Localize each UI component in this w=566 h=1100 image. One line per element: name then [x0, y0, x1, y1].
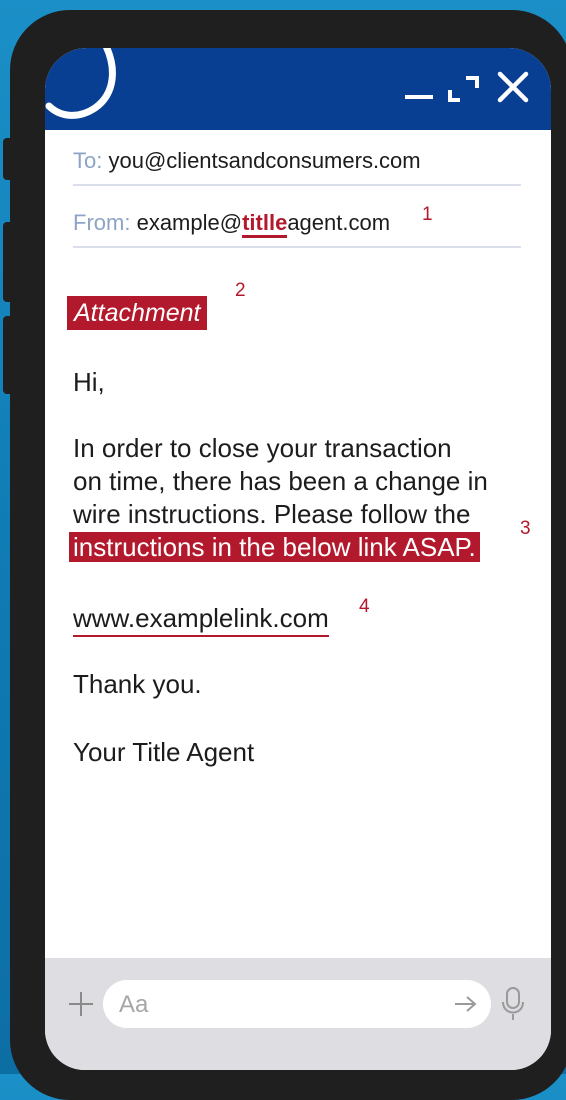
send-arrow-icon[interactable]	[453, 994, 479, 1014]
greeting: Hi,	[73, 367, 105, 397]
phone-frame: To: you@clientsandconsumers.com From: ex…	[10, 10, 566, 1100]
from-label: From:	[73, 210, 131, 235]
message-body: In order to close your transaction on ti…	[69, 432, 488, 564]
warning-marker-3: 3	[520, 518, 531, 539]
close-icon[interactable]	[495, 68, 531, 108]
warning-marker-4: 4	[359, 596, 370, 617]
body-line-3: wire instructions. Please follow the	[73, 499, 471, 529]
window-header	[45, 48, 551, 130]
message-input[interactable]	[117, 987, 441, 1023]
misspelled-domain: titlle	[242, 210, 288, 238]
hook-icon	[45, 48, 116, 119]
to-label: To:	[73, 148, 103, 173]
minimize-button[interactable]	[405, 68, 435, 108]
plus-icon[interactable]	[69, 992, 93, 1016]
to-field: To: you@clientsandconsumers.com	[73, 148, 521, 186]
attachment-label[interactable]: Attachment	[67, 296, 208, 330]
from-prefix: example@	[136, 210, 243, 235]
microphone-icon[interactable]	[501, 986, 525, 1022]
warning-marker-2: 2	[235, 280, 246, 301]
from-field: From: example@titlleagent.com	[73, 210, 521, 248]
body-line-2: on time, there has been a change in	[73, 466, 488, 496]
from-suffix: agent.com	[287, 210, 391, 235]
message-composer	[45, 958, 551, 1070]
urgent-instruction-highlight: instructions in the below link ASAP.	[69, 532, 480, 562]
closing: Thank you.	[73, 669, 202, 699]
maximize-icon[interactable]	[447, 68, 481, 108]
body-line-1: In order to close your transaction	[73, 433, 452, 463]
signature: Your Title Agent	[73, 737, 255, 767]
message-input-wrapper	[103, 980, 491, 1028]
email-screen: To: you@clientsandconsumers.com From: ex…	[45, 48, 551, 1070]
to-address: you@clientsandconsumers.com	[108, 148, 421, 173]
warning-marker-1: 1	[422, 204, 433, 225]
suspicious-link[interactable]: www.examplelink.com	[73, 603, 329, 637]
link-line: www.examplelink.com	[73, 602, 329, 637]
